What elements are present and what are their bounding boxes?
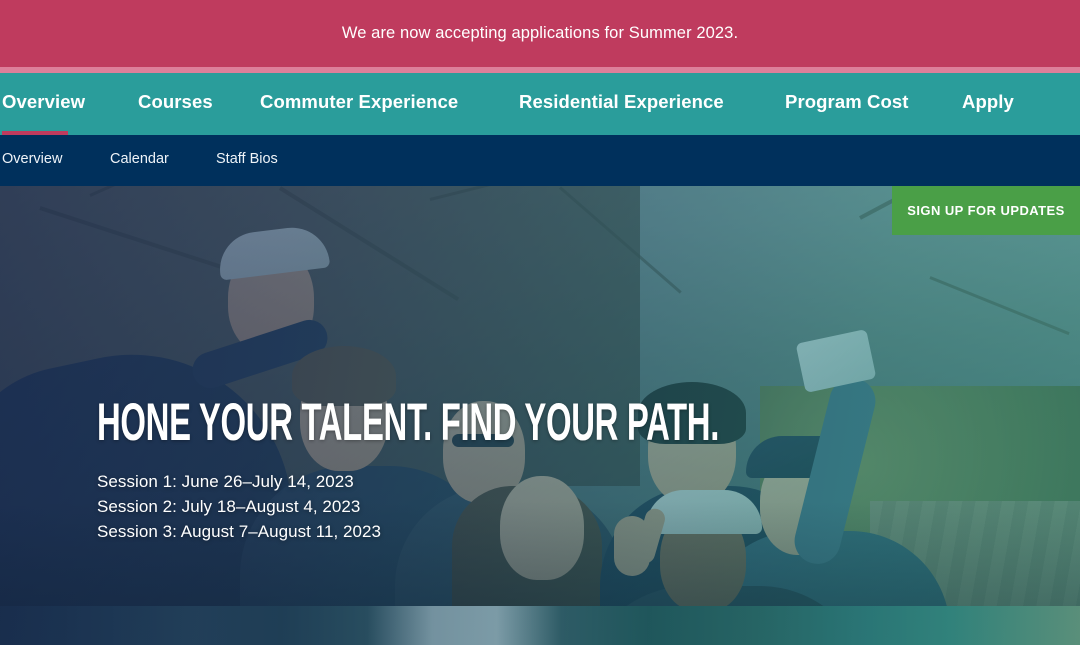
primary-nav-item-residential-experience[interactable]: Residential Experience bbox=[519, 91, 724, 113]
session-line: Session 2: July 18–August 4, 2023 bbox=[97, 496, 361, 516]
sign-up-for-updates-button[interactable]: SIGN UP FOR UPDATES bbox=[892, 186, 1080, 235]
primary-nav-item-commuter-experience[interactable]: Commuter Experience bbox=[260, 91, 458, 113]
primary-nav-item-program-cost[interactable]: Program Cost bbox=[785, 91, 909, 113]
secondary-nav-item-calendar[interactable]: Calendar bbox=[110, 151, 169, 167]
announcement-text: We are now accepting applications for Su… bbox=[341, 24, 739, 42]
session-dates-list: Session 1: June 26–July 14, 2023 Session … bbox=[97, 470, 1017, 545]
sign-up-button-label: SIGN UP FOR UPDATES bbox=[907, 203, 1065, 218]
primary-navigation: Overview Courses Commuter Experience Reside… bbox=[0, 73, 1080, 135]
hero-headline: HONE YOUR TALENT. FIND YOUR PATH. bbox=[97, 393, 720, 452]
session-line: Session 3: August 7–August 11, 2023 bbox=[97, 521, 382, 541]
session-line: Session 1: June 26–July 14, 2023 bbox=[97, 472, 354, 491]
secondary-navigation: Overview Calendar Staff Bios bbox=[0, 135, 1080, 186]
primary-nav-item-courses[interactable]: Courses bbox=[138, 91, 213, 113]
hero-content: HONE YOUR TALENT. FIND YOUR PATH. Sessio… bbox=[97, 396, 1017, 545]
secondary-nav-item-overview[interactable]: Overview bbox=[2, 151, 62, 167]
announcement-banner: We are now accepting applications for Su… bbox=[0, 0, 1080, 67]
primary-nav-item-apply[interactable]: Apply bbox=[962, 91, 1014, 113]
lower-photo-band bbox=[0, 606, 1080, 645]
primary-nav-item-overview[interactable]: Overview bbox=[2, 91, 85, 113]
secondary-nav-item-staff-bios[interactable]: Staff Bios bbox=[216, 151, 278, 167]
hero-section: SIGN UP FOR UPDATES HONE YOUR TALENT. FI… bbox=[0, 186, 1080, 645]
